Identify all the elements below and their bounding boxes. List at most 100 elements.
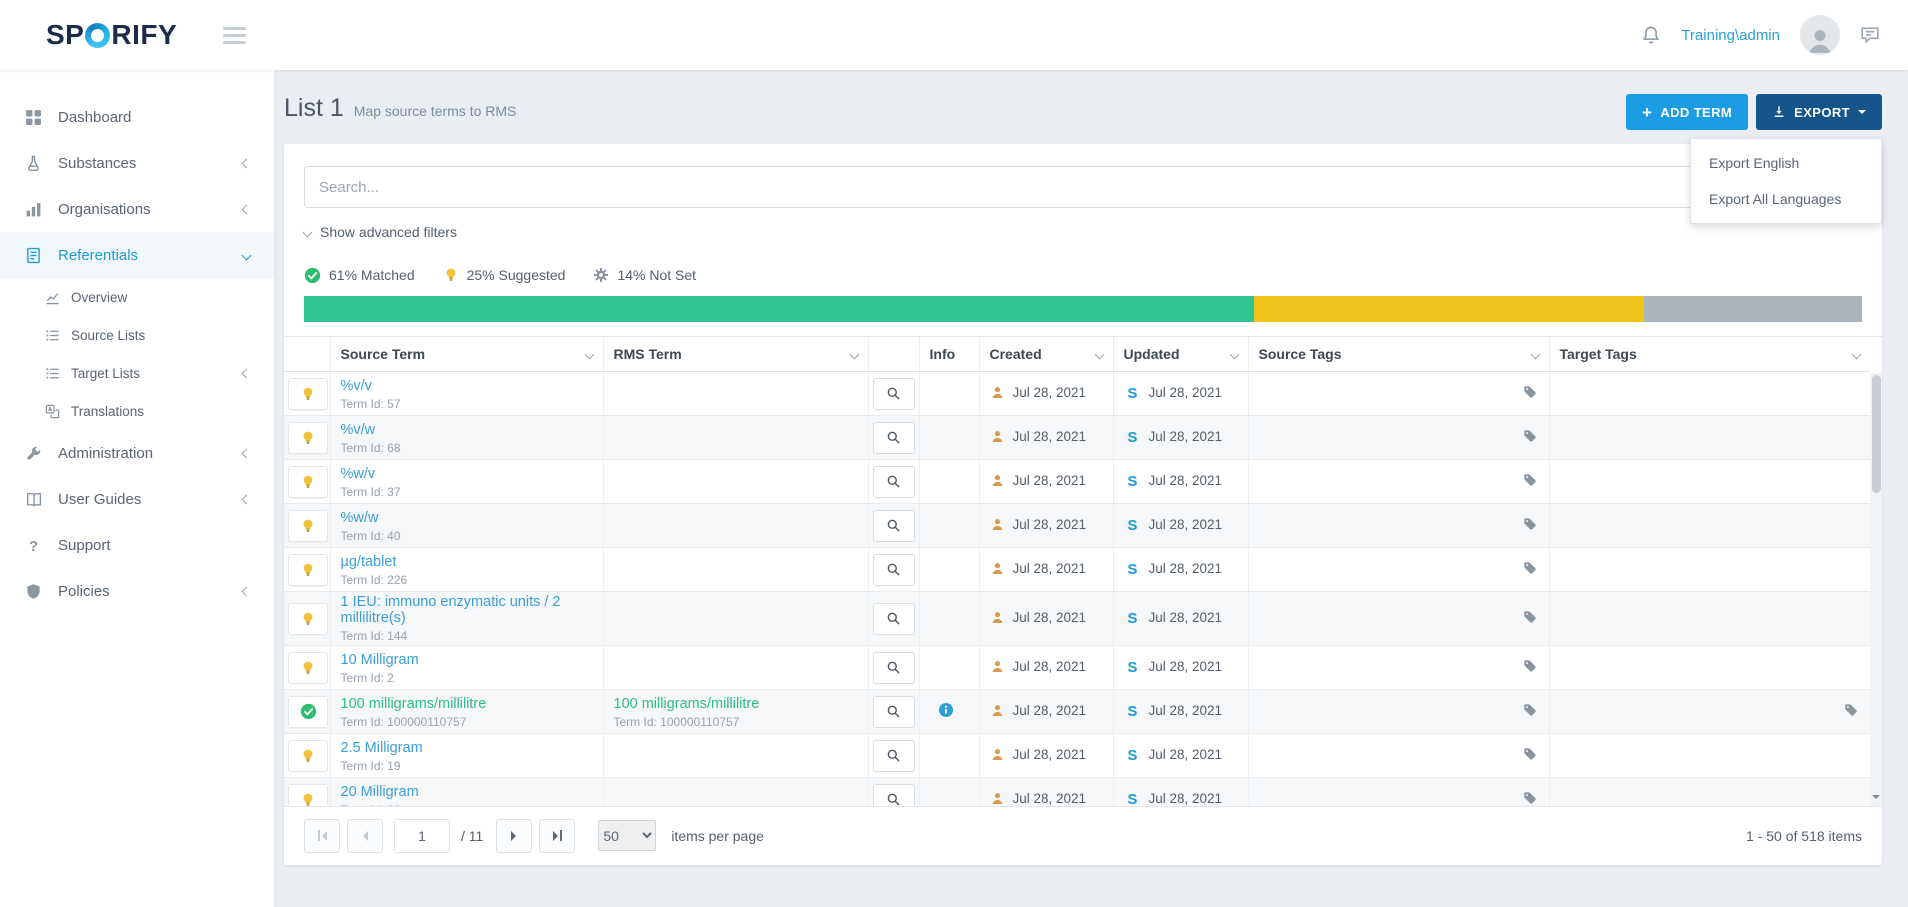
table-scrollbar[interactable] <box>1870 373 1882 806</box>
question-icon: ? <box>24 537 43 554</box>
rms-term-link[interactable]: 100 milligrams/millilitre <box>614 696 760 712</box>
sidebar-item-referentials[interactable]: Referentials <box>0 232 274 278</box>
sidebar-item-target-lists[interactable]: Target Lists <box>0 354 274 392</box>
sidebar-item-policies[interactable]: Policies <box>0 568 274 614</box>
column-header-rms-term[interactable]: RMS Term <box>603 337 868 372</box>
page-size-select[interactable]: 50 <box>598 820 656 851</box>
chevron-down-icon[interactable] <box>584 349 594 359</box>
chevron-down-icon[interactable] <box>1852 349 1862 359</box>
advanced-filters-toggle[interactable]: Show advanced filters <box>304 224 457 240</box>
chevron-down-icon[interactable] <box>849 349 859 359</box>
search-input[interactable] <box>304 166 1862 208</box>
view-term-button[interactable] <box>873 652 915 684</box>
source-term-link[interactable]: 100 milligrams/millilitre <box>341 696 487 712</box>
view-term-button[interactable] <box>873 696 915 728</box>
tag-icon[interactable] <box>1523 610 1537 624</box>
tag-icon[interactable] <box>1523 429 1537 443</box>
source-term-link[interactable]: %v/v <box>341 378 372 394</box>
chevron-down-icon[interactable] <box>1530 349 1540 359</box>
export-english-menu-item[interactable]: Export English <box>1691 145 1881 181</box>
suggested-status-button[interactable] <box>288 422 328 454</box>
topbar-right: Training\admin <box>1641 15 1880 55</box>
export-dropdown-menu: Export English Export All Languages <box>1690 138 1882 224</box>
bulb-icon <box>300 518 316 534</box>
export-all-languages-menu-item[interactable]: Export All Languages <box>1691 181 1881 217</box>
updated-date: Jul 28, 2021 <box>1149 561 1223 576</box>
previous-page-button[interactable] <box>347 819 383 853</box>
suggested-status-button[interactable] <box>288 466 328 498</box>
sidebar-item-user-guides[interactable]: User Guides <box>0 476 274 522</box>
tag-icon[interactable] <box>1523 791 1537 805</box>
last-page-button[interactable] <box>539 819 575 853</box>
add-term-button[interactable]: ADD TERM <box>1626 94 1748 130</box>
sidebar-item-substances[interactable]: Substances <box>0 140 274 186</box>
first-page-button[interactable] <box>304 819 340 853</box>
source-term-link[interactable]: 2.5 Milligram <box>341 740 423 756</box>
column-label: Created <box>990 346 1042 362</box>
updated-date: Jul 28, 2021 <box>1149 385 1223 400</box>
scrollbar-thumb[interactable] <box>1872 375 1881 493</box>
view-term-button[interactable] <box>873 603 915 635</box>
view-term-button[interactable] <box>873 784 915 806</box>
column-header-source-term[interactable]: Source Term <box>330 337 603 372</box>
column-header-source-tags[interactable]: Source Tags <box>1248 337 1549 372</box>
view-term-button[interactable] <box>873 466 915 498</box>
user-avatar[interactable] <box>1800 15 1840 55</box>
sidebar-item-overview[interactable]: Overview <box>0 278 274 316</box>
column-header-created[interactable]: Created <box>979 337 1113 372</box>
tag-icon[interactable] <box>1523 517 1537 531</box>
sidebar-item-support[interactable]: ?Support <box>0 522 274 568</box>
source-term-link[interactable]: 10 Milligram <box>341 652 419 668</box>
next-page-button[interactable] <box>496 819 532 853</box>
suggested-status-button[interactable] <box>288 652 328 684</box>
view-term-button[interactable] <box>873 510 915 542</box>
tag-icon[interactable] <box>1523 747 1537 761</box>
app-logo[interactable]: SPRIFY <box>46 19 177 51</box>
page-header: List 1 Map source terms to RMS ADD TERM … <box>284 94 1882 130</box>
source-term-link[interactable]: 1 IEU: immuno enzymatic units / 2 millil… <box>341 594 593 626</box>
suggested-status-button[interactable] <box>288 378 328 410</box>
tag-icon[interactable] <box>1523 473 1537 487</box>
svg-text:?: ? <box>29 538 38 553</box>
info-icon[interactable] <box>938 702 954 718</box>
sidebar-item-dashboard[interactable]: Dashboard <box>0 94 274 140</box>
source-term-link[interactable]: %v/w <box>341 422 376 438</box>
chat-icon[interactable] <box>1860 25 1880 45</box>
sidebar-item-label: Substances <box>58 155 243 172</box>
sidebar-item-organisations[interactable]: Organisations <box>0 186 274 232</box>
tag-icon[interactable] <box>1523 703 1537 717</box>
suggested-status-button[interactable] <box>288 603 328 635</box>
column-header-updated[interactable]: Updated <box>1113 337 1248 372</box>
chevron-down-icon[interactable] <box>1229 349 1239 359</box>
page-number-input[interactable] <box>394 819 450 853</box>
suggested-status-button[interactable] <box>288 510 328 542</box>
tag-icon[interactable] <box>1844 703 1858 717</box>
suggested-status-button[interactable] <box>288 554 328 586</box>
menu-toggle-icon[interactable] <box>223 27 246 44</box>
source-term-link[interactable]: %w/w <box>341 510 379 526</box>
suggested-status-button[interactable] <box>288 784 328 806</box>
sidebar-item-administration[interactable]: Administration <box>0 430 274 476</box>
source-term-link[interactable]: µg/tablet <box>341 554 397 570</box>
matched-status-button[interactable] <box>288 696 328 728</box>
source-term-link[interactable]: 20 Milligram <box>341 784 419 800</box>
list-icon <box>44 328 60 343</box>
tag-icon[interactable] <box>1523 561 1537 575</box>
view-term-button[interactable] <box>873 554 915 586</box>
column-header-target-tags[interactable]: Target Tags <box>1549 337 1870 372</box>
suggested-status-button[interactable] <box>288 740 328 772</box>
chevron-down-icon[interactable] <box>1094 349 1104 359</box>
view-term-button[interactable] <box>873 422 915 454</box>
created-date: Jul 28, 2021 <box>1013 473 1087 488</box>
notifications-icon[interactable] <box>1641 25 1661 45</box>
sidebar-item-source-lists[interactable]: Source Lists <box>0 316 274 354</box>
export-button[interactable]: EXPORT <box>1756 94 1882 130</box>
tag-icon[interactable] <box>1523 385 1537 399</box>
sidebar-item-translations[interactable]: Translations <box>0 392 274 430</box>
tag-icon[interactable] <box>1523 659 1537 673</box>
source-term-link[interactable]: %w/v <box>341 466 376 482</box>
view-term-button[interactable] <box>873 740 915 772</box>
username[interactable]: Training\admin <box>1681 27 1780 44</box>
scrollbar-down-arrow[interactable] <box>1872 795 1880 803</box>
view-term-button[interactable] <box>873 378 915 410</box>
